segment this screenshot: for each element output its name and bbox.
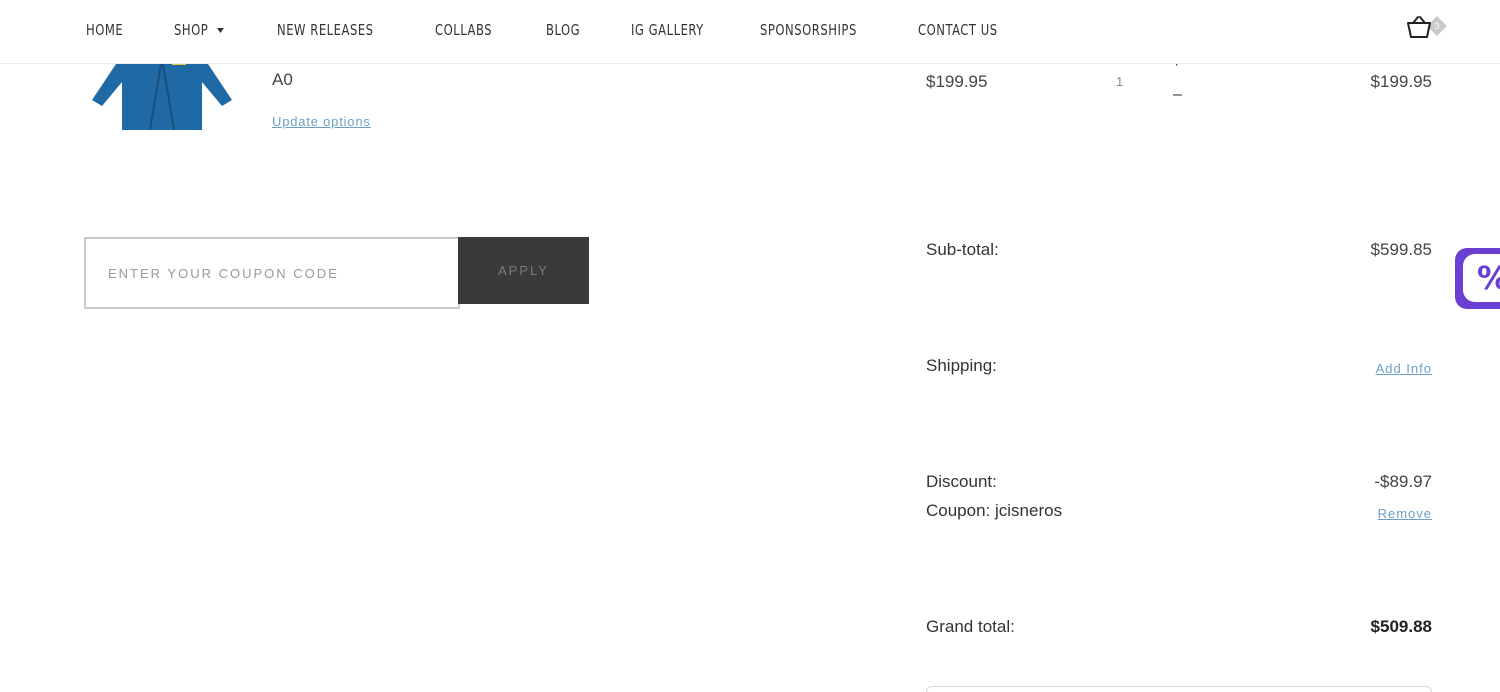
item-line-total: $199.95 [1370,72,1432,91]
nav-home[interactable]: HOME [86,21,123,39]
cart-count-badge: 3 [1427,16,1447,36]
product-variant: A0 [272,70,293,89]
checkout-box [926,686,1432,692]
percent-badge-icon: % [1463,254,1500,302]
nav-contact-us-label: CONTACT US [917,21,998,39]
nav-blog[interactable]: BLOG [546,21,580,39]
caret-down-icon [217,27,225,33]
nav-shop[interactable]: SHOP [174,21,225,39]
coupon-code-input[interactable] [84,237,460,309]
remove-coupon-link[interactable]: Remove [1378,506,1432,521]
coupon-applied-label: Coupon: jcisneros [926,501,1063,520]
percent-symbol: % [1477,259,1500,297]
grand-total-label: Grand total: [926,617,1015,636]
quantity-decrease-button[interactable]: – [1173,86,1182,104]
nav-collabs[interactable]: COLLABS [435,21,492,39]
main-nav: HOME SHOP NEW RELEASES COLLABS BLOG IG G… [86,0,1055,60]
update-options-link[interactable]: Update options [272,114,371,129]
nav-sponsorships[interactable]: SPONSORSHIPS [760,21,857,39]
product-image[interactable] [90,58,234,132]
discount-label: Discount: [926,472,997,491]
discount-widget-button[interactable]: % [1455,248,1500,309]
grand-total-value: $509.88 [1370,617,1432,636]
subtotal-label: Sub-total: [926,240,999,259]
quantity-value[interactable]: 1 [1116,74,1123,89]
nav-ig-gallery-label: IG GALLERY [630,21,704,39]
nav-shop-label: SHOP [174,21,209,39]
subtotal-value: $599.85 [1370,240,1432,259]
nav-ig-gallery[interactable]: IG GALLERY [631,21,704,39]
apply-coupon-button[interactable]: APPLY [458,237,589,304]
nav-blog-label: BLOG [545,21,581,39]
nav-collabs-label: COLLABS [434,21,492,39]
nav-new-releases[interactable]: NEW RELEASES [277,21,374,39]
shipping-label: Shipping: [926,356,997,375]
nav-new-releases-label: NEW RELEASES [277,21,374,39]
site-header: HOME SHOP NEW RELEASES COLLABS BLOG IG G… [0,0,1500,64]
nav-contact-us[interactable]: CONTACT US [918,21,998,39]
discount-value: -$89.97 [1374,472,1432,491]
nav-home-label: HOME [86,21,124,39]
item-unit-price: $199.95 [926,72,988,91]
nav-sponsorships-label: SPONSORSHIPS [760,21,858,39]
cart-button[interactable]: 3 [1406,14,1452,44]
add-shipping-info-link[interactable]: Add Info [1376,361,1432,376]
